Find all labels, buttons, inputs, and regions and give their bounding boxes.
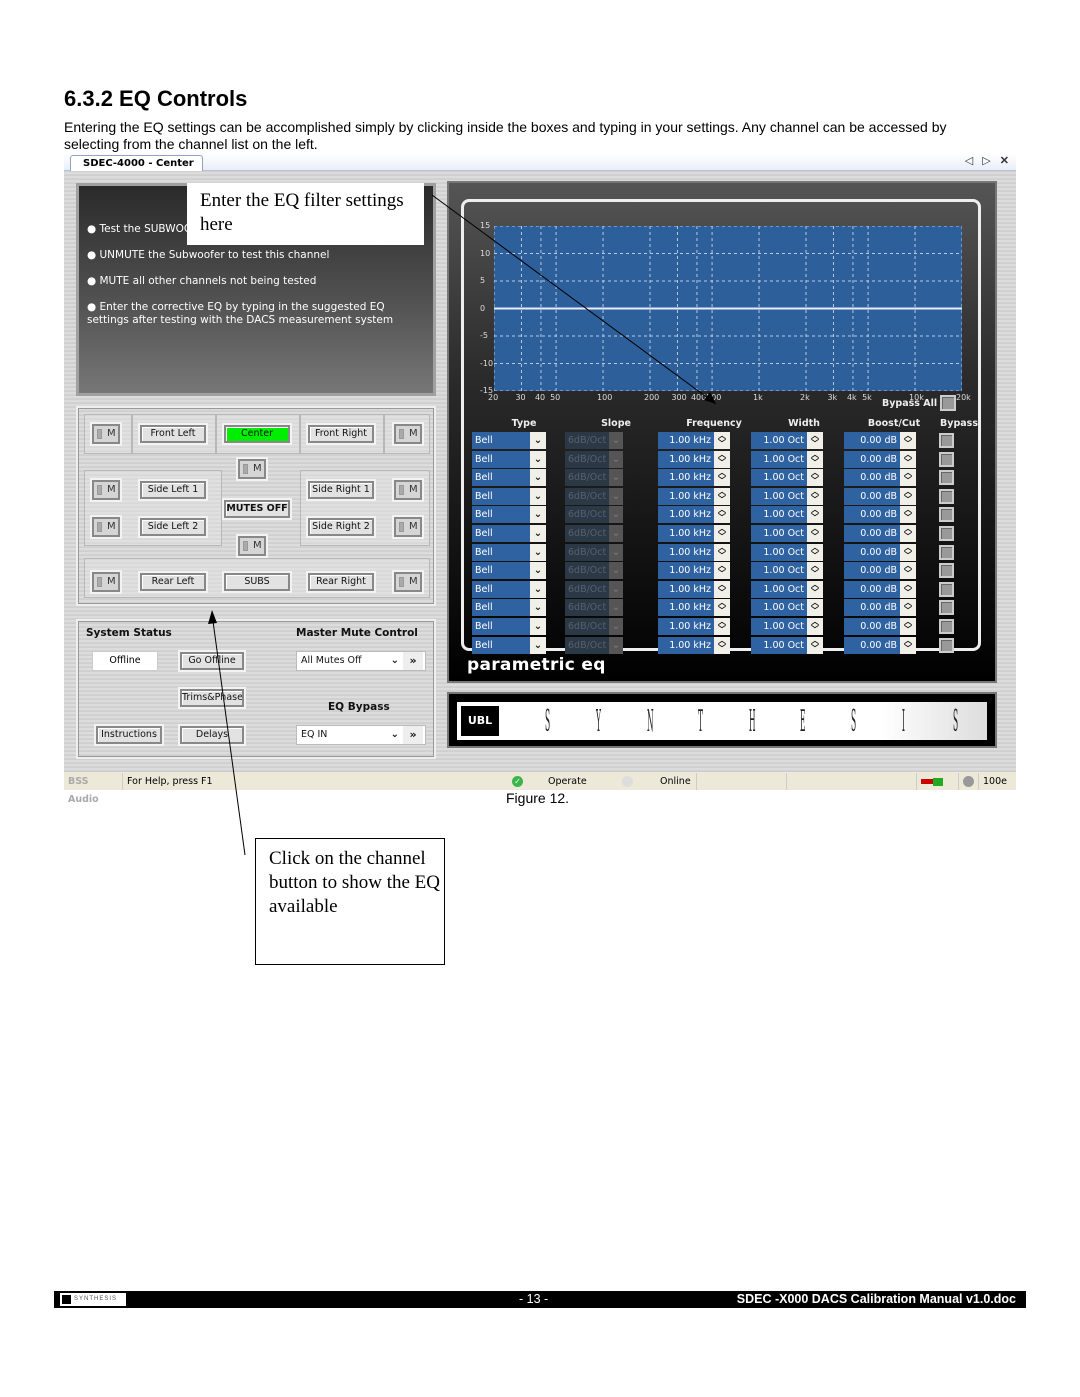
callout-channel-button: Click on the channel button to show the … — [255, 838, 445, 965]
figure-caption: Figure 12. — [506, 790, 570, 806]
footer-logo: SYNTHESIS — [60, 1293, 126, 1306]
arrowhead-icon — [208, 610, 217, 624]
page-number: - 13 - — [519, 1292, 549, 1306]
page-footer: SYNTHESIS - 13 - SDEC -X000 DACS Calibra… — [54, 1291, 1026, 1308]
eq-callout-arrow — [431, 194, 717, 405]
doc-name: SDEC -X000 DACS Calibration Manual v1.0.… — [736, 1292, 1016, 1306]
callout-arrows — [208, 194, 717, 856]
channel-callout-arrow — [211, 613, 246, 856]
arrowhead-icon — [704, 392, 716, 404]
